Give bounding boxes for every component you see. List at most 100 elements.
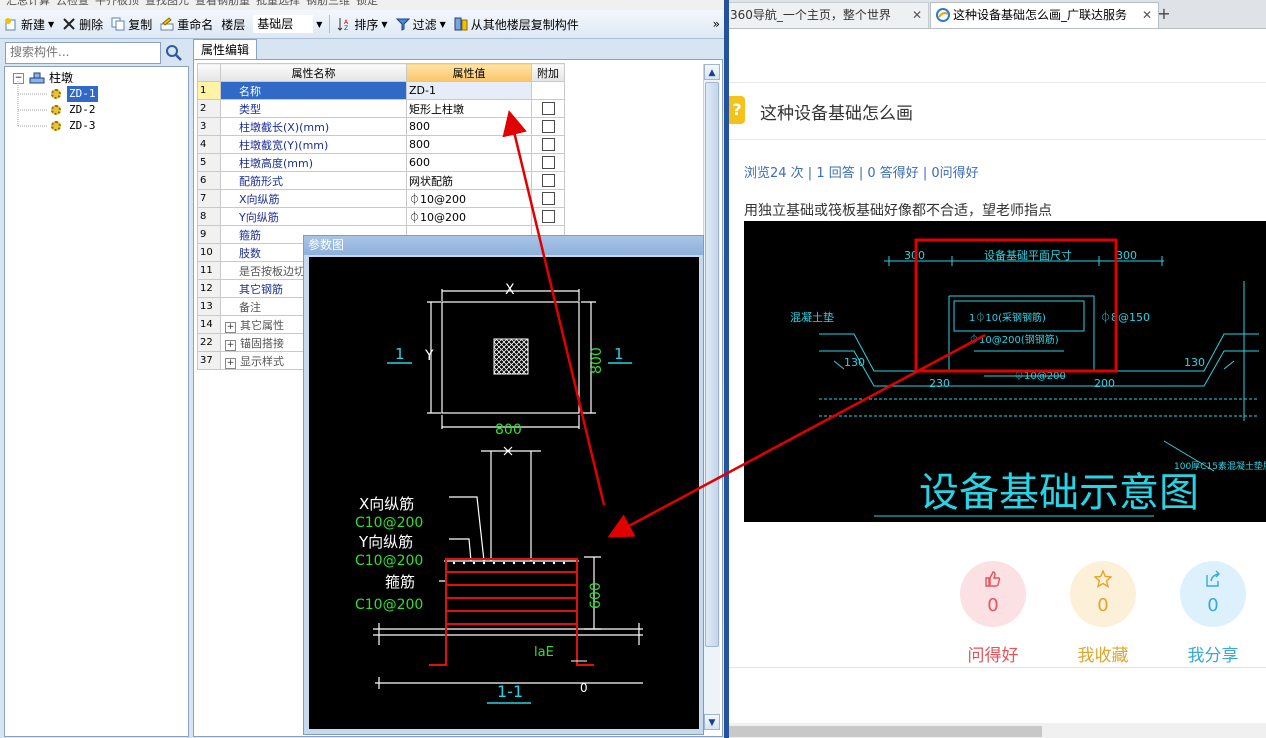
property-name: 配筋形式 <box>220 171 407 190</box>
attach-checkbox[interactable] <box>541 138 555 152</box>
menu-strip-item[interactable]: 查看钢筋量 <box>195 0 250 7</box>
property-scrollbar[interactable]: ▲ ▼ <box>703 64 720 730</box>
plan-y-label: Y <box>424 348 434 364</box>
row-index: 12 <box>197 279 221 298</box>
property-value[interactable]: 矩形上柱墩 <box>406 99 532 118</box>
close-icon[interactable]: ✕ <box>912 3 922 27</box>
plan-x-label: X <box>505 282 515 298</box>
property-row[interactable]: 2 类型 矩形上柱墩 <box>197 99 565 118</box>
property-value[interactable]: 网状配筋 <box>406 171 532 190</box>
tab-360-nav[interactable]: 360导航_一个主页，整个世界 ✕ <box>729 2 929 28</box>
expand-icon[interactable]: + <box>225 321 236 333</box>
attach-checkbox[interactable] <box>541 102 555 116</box>
property-value[interactable]: 800 <box>406 135 532 154</box>
property-value[interactable]: 600 <box>406 153 532 172</box>
like-label: 问得好 <box>967 646 1019 666</box>
share-circle: 0 <box>1180 561 1246 627</box>
expand-icon[interactable]: + <box>225 339 236 351</box>
menu-strip-item[interactable]: 查找图元 <box>145 0 189 7</box>
tab-title: 这种设备基础怎么画_广联达服务 <box>953 8 1128 22</box>
row-index: 14 <box>197 315 221 334</box>
property-name-text: 配筋形式 <box>239 174 283 188</box>
tree-item-zd-2[interactable]: ZD-2 <box>51 102 98 118</box>
chevron-down-icon: ▼ <box>439 19 446 29</box>
attach-checkbox[interactable] <box>541 210 555 224</box>
floor-label-text: 楼层 <box>221 17 246 32</box>
property-value[interactable]: ZD-1 <box>406 81 532 100</box>
question-attachment-image[interactable]: 300 设备基础平面尺寸 300 混凝土垫 1⏀10(采钢钢筋) ⏀10@200… <box>744 221 1266 522</box>
sort-button[interactable]: AZ 排序 ▼ <box>333 13 391 35</box>
like-count: 0 <box>987 595 999 616</box>
close-icon[interactable]: ✕ <box>1139 3 1152 27</box>
lae-label: laE <box>534 645 554 660</box>
share-count: 0 <box>1207 595 1219 616</box>
rename-button[interactable]: 重命名 <box>156 13 217 35</box>
property-row[interactable]: 3 柱墩截长(X)(mm) 800 <box>197 117 565 136</box>
menu-strip-item[interactable]: 汇总计算 <box>6 0 50 7</box>
zero-label: 0 <box>580 681 588 695</box>
property-value[interactable]: 800 <box>406 117 532 136</box>
property-name-text: 柱墩截宽(Y)(mm) <box>239 138 329 152</box>
floor-select[interactable]: 基础层 ▼ <box>249 13 326 35</box>
property-name-text: 箍筋 <box>239 228 261 242</box>
tree-item-zd-3[interactable]: ZD-3 <box>51 118 98 134</box>
attach-checkbox[interactable] <box>541 120 555 134</box>
scroll-thumb[interactable] <box>729 726 1042 737</box>
row-index: 9 <box>197 225 221 244</box>
like-question-button[interactable]: 0 问得好 <box>958 561 1028 666</box>
copy-button[interactable]: 复制 <box>107 13 156 35</box>
property-value[interactable]: ⏀10@200 <box>406 207 532 226</box>
new-tab-button[interactable]: + <box>1154 4 1174 24</box>
delete-button[interactable]: 删除 <box>58 13 107 35</box>
property-row[interactable]: 7 X向纵筋 ⏀10@200 <box>197 189 565 208</box>
property-row[interactable]: 4 柱墩截宽(Y)(mm) 800 <box>197 135 565 154</box>
property-row[interactable]: 8 Y向纵筋 ⏀10@200 <box>197 207 565 226</box>
menu-strip-item[interactable]: 平齐板顶 <box>95 0 139 7</box>
x-bar-spec: C10@200 <box>355 515 423 531</box>
tree-item-label: ZD-3 <box>69 119 96 132</box>
delete-icon <box>62 17 76 31</box>
property-name-text: X向纵筋 <box>239 192 280 206</box>
tab-question-page[interactable]: 这种设备基础怎么画_广联达服务 ✕ <box>930 2 1159 28</box>
new-button-label: 新建 <box>21 17 46 32</box>
toolbar-overflow-button[interactable]: » <box>709 13 724 35</box>
property-table-header: 属性名称 属性值 附加 <box>197 63 565 82</box>
property-name-text: Y向纵筋 <box>239 210 279 224</box>
property-value[interactable]: ⏀10@200 <box>406 189 532 208</box>
share-button[interactable]: 0 我分享 <box>1178 561 1248 666</box>
drawing-dim-right: 300 <box>1116 249 1137 262</box>
chevron-down-icon: ▼ <box>316 19 323 29</box>
expand-icon[interactable]: + <box>225 357 236 369</box>
scroll-up-icon[interactable]: ▲ <box>704 64 720 80</box>
scroll-thumb[interactable] <box>705 82 719 647</box>
parameter-window-title[interactable]: 参数图 <box>304 236 703 255</box>
copy-from-floor-button[interactable]: 从其他楼层复制构件 <box>450 13 583 35</box>
filter-button[interactable]: 过滤 ▼ <box>392 13 450 35</box>
property-row[interactable]: 1 名称 ZD-1 <box>197 81 565 100</box>
search-input[interactable] <box>6 43 162 61</box>
horizontal-scrollbar[interactable] <box>729 723 1266 738</box>
attach-checkbox[interactable] <box>541 156 555 170</box>
favorite-button[interactable]: 0 我收藏 <box>1068 561 1138 666</box>
tab-property-edit[interactable]: 属性编辑 <box>193 39 257 60</box>
menu-strip-item[interactable]: 云检查 <box>56 0 89 7</box>
component-tree: − 柱墩 ZD-1 ZD-2 ZD-3 <box>4 66 189 737</box>
property-row[interactable]: 6 配筋形式 网状配筋 <box>197 171 565 190</box>
search-button[interactable] <box>163 42 185 64</box>
scroll-down-icon[interactable]: ▼ <box>704 714 720 730</box>
attach-checkbox[interactable] <box>541 174 555 188</box>
property-name: 类型 <box>220 99 407 118</box>
menu-strip-item[interactable]: 锁定 <box>356 0 378 7</box>
value-header: 属性值 <box>406 63 532 82</box>
gear-icon <box>51 89 61 99</box>
row-index: 4 <box>197 135 221 154</box>
attach-checkbox[interactable] <box>541 192 555 206</box>
filter-button-label: 过滤 <box>412 17 437 32</box>
menu-strip-item[interactable]: 钢筋三维 <box>306 0 350 7</box>
tree-item-zd-1[interactable]: ZD-1 <box>51 86 98 102</box>
menu-strip-item[interactable]: 批量选择 <box>256 0 300 7</box>
property-row[interactable]: 5 柱墩高度(mm) 600 <box>197 153 565 172</box>
new-button[interactable]: 新建 ▼ <box>0 13 58 35</box>
row-index: 1 <box>197 81 221 100</box>
row-index: 7 <box>197 189 221 208</box>
